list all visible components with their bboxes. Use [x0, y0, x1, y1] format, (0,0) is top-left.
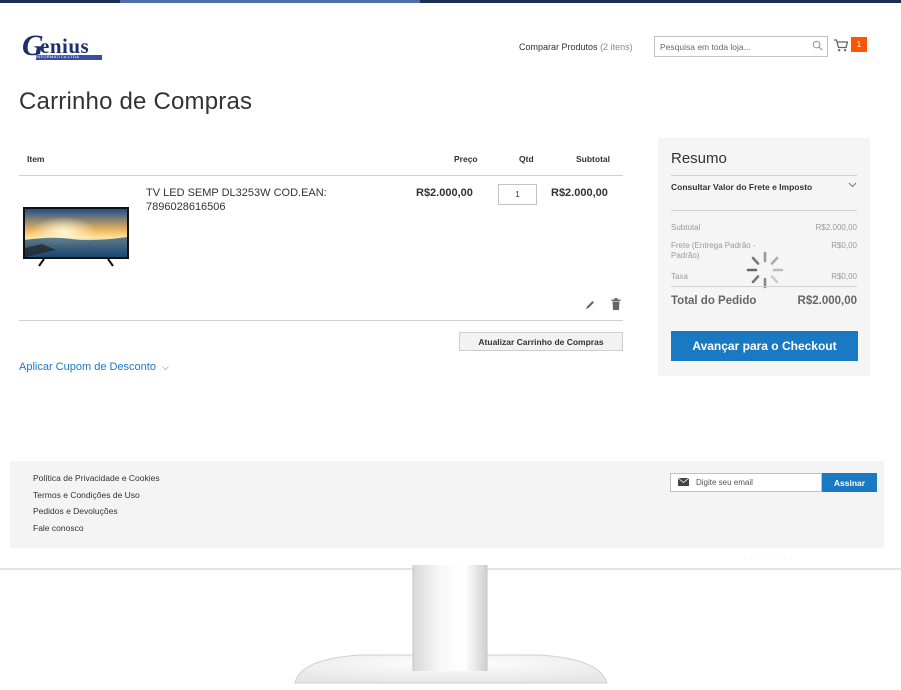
- envelope-icon: [678, 478, 689, 486]
- order-summary: Resumo Consultar Valor do Frete e Impost…: [658, 138, 870, 376]
- compare-products-link[interactable]: Comparar Produtos (2 itens): [519, 42, 633, 52]
- compare-count: (2 itens): [600, 42, 633, 52]
- item-subtotal: R$2.000,00: [551, 187, 608, 199]
- compare-label: Comparar Produtos: [519, 42, 598, 52]
- chevron-down-icon: [848, 182, 857, 188]
- summary-title: Resumo: [671, 150, 727, 167]
- store-logo[interactable]: G enius INFORMÁTICA LTDA: [22, 29, 112, 66]
- cart-count-badge[interactable]: 1: [851, 37, 867, 52]
- order-total-label: Total do Pedido: [671, 295, 757, 307]
- order-total-value: R$2.000,00: [797, 295, 857, 307]
- table-header-divider: [19, 175, 623, 176]
- shipping-estimate-toggle[interactable]: Consultar Valor do Frete e Imposto: [671, 182, 857, 208]
- page-title: Carrinho de Compras: [19, 88, 253, 115]
- proceed-to-checkout-button[interactable]: Avançar para o Checkout: [671, 331, 858, 361]
- column-header-item: Item: [27, 154, 45, 164]
- footer: Política de Privacidade e Cookies Termos…: [10, 461, 884, 548]
- subscribe-button[interactable]: Assinar: [822, 473, 877, 492]
- apply-coupon-label: Aplicar Cupom de Desconto: [19, 361, 156, 373]
- summary-tax-value: R$0,00: [831, 272, 857, 281]
- summary-subtotal-label: Subtotal: [671, 223, 701, 232]
- item-price: R$2.000,00: [416, 187, 473, 199]
- newsletter-email-input[interactable]: [696, 474, 816, 491]
- product-image-tv[interactable]: [22, 206, 130, 268]
- table-row-divider: [19, 320, 623, 321]
- footer-link-orders-returns[interactable]: Pedidos e Devoluções: [33, 506, 118, 516]
- monitor-stand: [0, 565, 901, 684]
- product-name[interactable]: TV LED SEMP DL3253W COD.EAN: 78960286165…: [146, 186, 361, 214]
- footer-link-terms[interactable]: Termos e Condições de Uso: [33, 490, 140, 500]
- summary-divider: [671, 286, 857, 287]
- trash-icon[interactable]: [611, 298, 621, 310]
- search-icon[interactable]: [812, 40, 823, 51]
- quantity-input[interactable]: [498, 184, 537, 205]
- apply-coupon-toggle[interactable]: Aplicar Cupom de Desconto ⌵: [19, 361, 169, 373]
- edit-icon[interactable]: [585, 300, 595, 310]
- logo-tagline: INFORMÁTICA LTDA: [36, 54, 80, 59]
- summary-subtotal-value: R$2.000,00: [815, 223, 857, 232]
- chevron-down-icon: ⌵: [161, 362, 169, 372]
- cart-icon[interactable]: [834, 39, 848, 52]
- search-input[interactable]: [655, 38, 800, 56]
- column-header-qty: Qtd: [519, 154, 534, 164]
- update-cart-button[interactable]: Atualizar Carrinho de Compras: [459, 332, 623, 351]
- search-box: [654, 36, 828, 57]
- newsletter-field: [670, 473, 822, 492]
- column-header-price: Preço: [454, 154, 478, 164]
- shipping-estimate-label: Consultar Valor do Frete e Imposto: [671, 182, 813, 192]
- summary-divider: [671, 210, 857, 211]
- summary-shipping-value: R$0,00: [831, 241, 857, 250]
- footer-link-contact[interactable]: Fale conosco: [33, 523, 84, 533]
- column-header-subtotal: Subtotal: [576, 154, 610, 164]
- footer-link-privacy[interactable]: Política de Privacidade e Cookies: [33, 473, 160, 483]
- summary-tax-label: Taxa: [671, 272, 688, 281]
- summary-divider: [671, 175, 857, 176]
